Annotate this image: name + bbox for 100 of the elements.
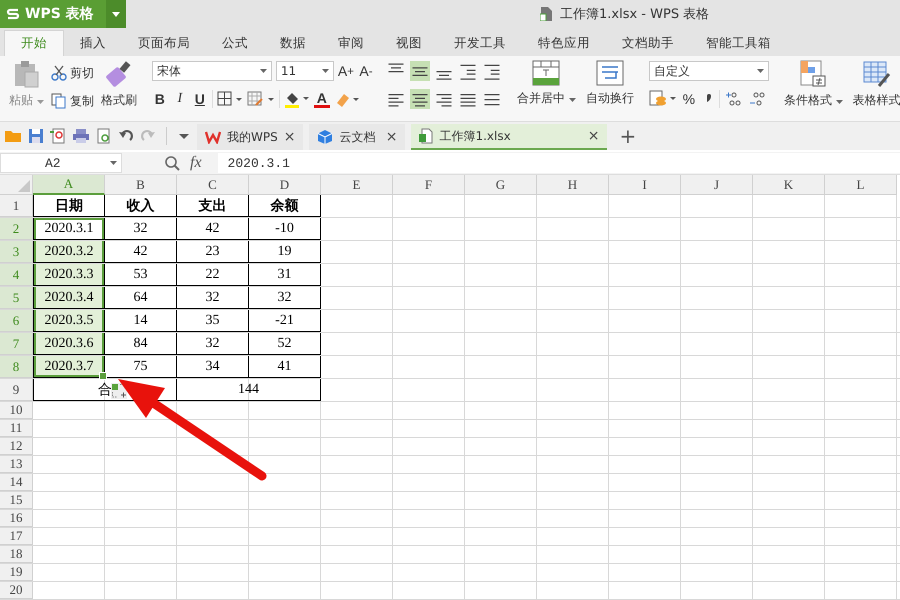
search-icon[interactable] xyxy=(164,155,180,171)
merge-center-button[interactable]: 合并居中 xyxy=(514,60,579,107)
menu-tab[interactable]: 开发工具 xyxy=(438,30,522,56)
column-header[interactable]: I xyxy=(609,175,681,195)
menu-tab[interactable]: 特色应用 xyxy=(522,30,606,56)
column-header[interactable]: G xyxy=(465,175,537,195)
percent-button[interactable]: % xyxy=(680,89,697,109)
menu-tab[interactable]: 公式 xyxy=(206,30,264,56)
menu-tab[interactable]: 插入 xyxy=(64,30,122,56)
fill-handle[interactable] xyxy=(99,372,107,380)
column-header[interactable]: J xyxy=(681,175,753,195)
save-icon[interactable] xyxy=(28,128,44,144)
borders-icon[interactable] xyxy=(216,91,243,107)
insert-function-button[interactable]: fx xyxy=(190,154,202,172)
copy-button[interactable]: 复制 xyxy=(50,90,94,112)
formula-input[interactable]: 2020.3.1 xyxy=(218,153,900,173)
row-header[interactable]: 1 xyxy=(0,195,33,217)
scissors-icon xyxy=(50,65,67,81)
column-header[interactable]: K xyxy=(753,175,825,195)
conditional-format-icon xyxy=(799,60,828,88)
table-cell: 75 xyxy=(105,356,177,378)
font-color-button[interactable]: A xyxy=(314,90,330,108)
cut-button[interactable]: 剪切 xyxy=(50,62,94,84)
row-header[interactable]: 13 xyxy=(0,456,33,473)
row-header[interactable]: 19 xyxy=(0,564,33,581)
table-cell: 2020.3.6 xyxy=(33,333,105,355)
document-tab[interactable]: 我的WPS × xyxy=(197,124,304,150)
column-header[interactable]: L xyxy=(825,175,897,195)
table-style-button[interactable]: 表格样式 xyxy=(850,60,900,109)
undo-icon[interactable] xyxy=(118,128,134,144)
copy-icon xyxy=(50,93,67,109)
row-header[interactable]: 14 xyxy=(0,474,33,491)
window-title: 工作簿1.xlsx - WPS 表格 xyxy=(560,6,710,23)
row-header[interactable]: 10 xyxy=(0,402,33,419)
table-cell: 32 xyxy=(177,333,249,355)
underline-button[interactable]: U xyxy=(192,89,208,109)
menu-tab[interactable]: 视图 xyxy=(380,30,438,56)
align-icon[interactable] xyxy=(410,61,430,81)
app-dropdown-button[interactable] xyxy=(106,0,126,28)
close-tab-button[interactable]: × xyxy=(386,129,398,145)
menu-tab[interactable]: 审阅 xyxy=(322,30,380,56)
row-header[interactable]: 12 xyxy=(0,438,33,455)
menu-tab[interactable]: 智能工具箱 xyxy=(690,30,787,56)
print-preview-icon[interactable] xyxy=(96,128,112,144)
wrap-text-button[interactable]: 自动换行 xyxy=(582,60,637,107)
cell-style-icon[interactable] xyxy=(246,91,275,107)
caret-icon xyxy=(836,100,843,104)
row-header[interactable]: 20 xyxy=(0,582,33,599)
currency-icon[interactable] xyxy=(648,90,677,108)
table-cell: 53 xyxy=(105,264,177,286)
table-brush-icon xyxy=(862,60,891,88)
table-cell: -10 xyxy=(249,218,321,240)
column-header[interactable]: D xyxy=(249,175,321,195)
menu-tab[interactable]: 开始 xyxy=(4,30,64,56)
brush-icon xyxy=(106,60,132,88)
menu-tab[interactable]: 数据 xyxy=(264,30,322,56)
row-header[interactable]: 11 xyxy=(0,420,33,437)
table-cell: -21 xyxy=(249,310,321,332)
wrap-text-icon xyxy=(596,60,624,86)
table-cell: 35 xyxy=(177,310,249,332)
font-size-dropdown[interactable]: 11 xyxy=(276,61,334,81)
column-header[interactable]: F xyxy=(393,175,465,195)
document-tab[interactable]: 工作簿1.xlsx × xyxy=(411,124,608,150)
italic-button[interactable]: I xyxy=(172,89,188,109)
column-header[interactable]: C xyxy=(177,175,249,195)
table-cell: 32 xyxy=(105,218,177,240)
column-header[interactable]: E xyxy=(321,175,393,195)
caret-icon xyxy=(36,100,44,104)
menu-tab[interactable]: 文档助手 xyxy=(606,30,690,56)
new-tab-button[interactable]: + xyxy=(613,124,642,148)
conditional-format-button[interactable]: 条件格式 xyxy=(780,60,846,109)
number-format-dropdown[interactable]: 自定义 xyxy=(648,61,769,81)
table-cell: 2020.3.3 xyxy=(33,264,105,286)
align-icon[interactable] xyxy=(410,89,430,109)
font-name-dropdown[interactable]: 宋体 xyxy=(152,61,272,81)
row-header[interactable]: 18 xyxy=(0,546,33,563)
merge-cells-icon xyxy=(532,60,560,86)
document-tab[interactable]: 云文档 × xyxy=(309,124,406,150)
name-box[interactable]: A2 xyxy=(0,153,122,173)
table-cell: 41 xyxy=(249,356,321,378)
print-icon[interactable] xyxy=(72,128,90,144)
bold-button[interactable]: B xyxy=(152,89,168,109)
close-tab-button[interactable]: × xyxy=(284,129,296,145)
row-header[interactable]: 15 xyxy=(0,492,33,509)
caret-icon xyxy=(112,12,120,16)
quick-action-icon[interactable] xyxy=(111,383,127,399)
format-painter-button[interactable]: 格式刷 xyxy=(98,60,140,109)
column-header[interactable]: H xyxy=(537,175,609,195)
row-header[interactable]: 16 xyxy=(0,510,33,527)
row-header[interactable]: 17 xyxy=(0,528,33,545)
spreadsheet-file-icon xyxy=(419,128,434,144)
table-cell: 42 xyxy=(105,241,177,263)
pdf-export-icon[interactable] xyxy=(50,128,66,144)
menu-tab[interactable]: 页面布局 xyxy=(122,30,206,56)
document-icon xyxy=(540,7,552,21)
column-header[interactable]: B xyxy=(105,175,177,195)
row-header[interactable]: 9 xyxy=(0,379,33,401)
caret-icon xyxy=(756,69,764,73)
fill-color-icon[interactable] xyxy=(284,90,310,108)
close-tab-button[interactable]: × xyxy=(588,128,600,144)
